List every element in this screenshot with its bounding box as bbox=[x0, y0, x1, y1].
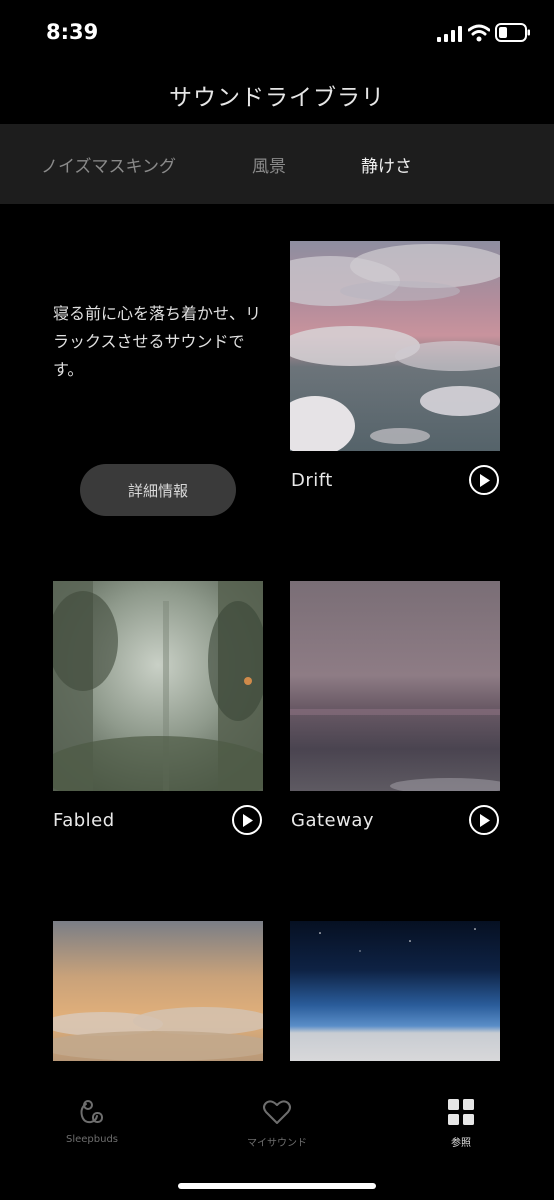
grid-icon bbox=[448, 1099, 474, 1125]
sound-thumbnail-fabled[interactable] bbox=[53, 581, 263, 791]
tab-tranquility[interactable]: 静けさ bbox=[361, 152, 412, 177]
clouds-pink-sky-image bbox=[290, 241, 500, 451]
play-icon bbox=[480, 813, 490, 827]
nav-my-sounds[interactable]: マイサウンド bbox=[217, 1096, 337, 1149]
sound-title-drift: Drift bbox=[291, 470, 333, 491]
sleepbuds-icon bbox=[80, 1100, 103, 1124]
status-bar: 8:39 bbox=[0, 0, 554, 64]
wifi-icon bbox=[468, 24, 490, 42]
sound-title-gateway: Gateway bbox=[291, 810, 375, 831]
misty-forest-image bbox=[53, 581, 263, 791]
nav-label-browse: 参照 bbox=[451, 1138, 471, 1149]
night-horizon-image bbox=[290, 921, 500, 1061]
play-icon bbox=[243, 813, 253, 827]
sound-title-fabled: Fabled bbox=[53, 810, 115, 831]
sound-thumbnail-night-horizon[interactable] bbox=[290, 921, 500, 1061]
sound-thumbnail-gateway[interactable] bbox=[290, 581, 500, 791]
nav-browse[interactable]: 参照 bbox=[401, 1096, 521, 1149]
play-icon bbox=[480, 473, 490, 487]
details-button[interactable]: 詳細情報 bbox=[80, 464, 236, 516]
status-time: 8:39 bbox=[46, 20, 99, 44]
nav-label-my-sounds: マイサウンド bbox=[247, 1138, 307, 1149]
sunset-clouds-image bbox=[53, 921, 263, 1061]
tab-scenery[interactable]: 風景 bbox=[252, 152, 286, 177]
dusk-horizon-image bbox=[290, 581, 500, 791]
play-button-fabled[interactable] bbox=[232, 805, 262, 835]
page-title: サウンドライブラリ bbox=[169, 85, 385, 111]
sound-thumbnail-sunset-clouds[interactable] bbox=[53, 921, 263, 1061]
play-button-gateway[interactable] bbox=[469, 805, 499, 835]
tab-noise-masking[interactable]: ノイズマスキング bbox=[41, 152, 176, 177]
sound-thumbnail-drift[interactable] bbox=[290, 241, 500, 451]
play-button-drift[interactable] bbox=[469, 465, 499, 495]
home-indicator[interactable] bbox=[178, 1183, 376, 1189]
heart-icon bbox=[263, 1100, 291, 1124]
battery-icon bbox=[495, 23, 530, 42]
category-description: 寝る前に心を落ち着かせ、リラックスさせるサウンドです。 bbox=[53, 304, 262, 379]
nav-sleepbuds[interactable]: Sleepbuds bbox=[32, 1096, 152, 1145]
nav-label-sleepbuds: Sleepbuds bbox=[65, 1134, 119, 1145]
cellular-signal-icon bbox=[437, 26, 462, 42]
